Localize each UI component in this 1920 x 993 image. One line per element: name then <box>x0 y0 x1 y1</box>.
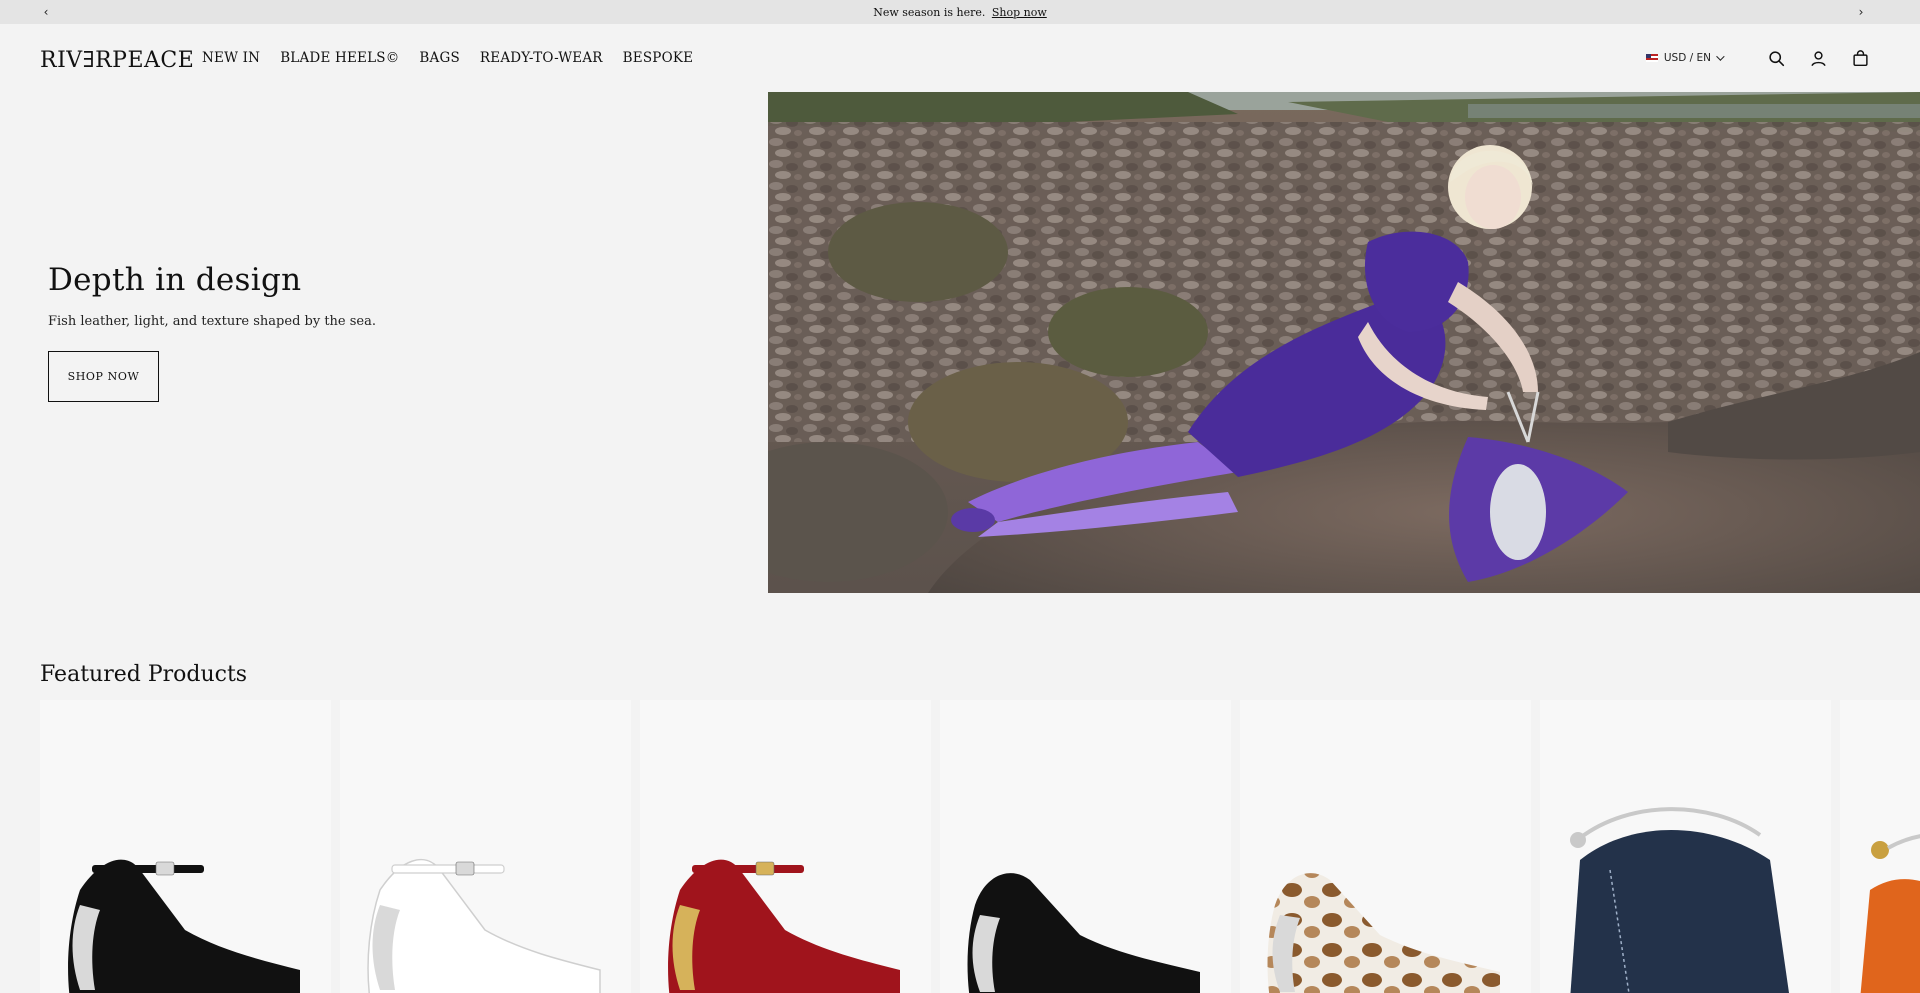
product-card[interactable] <box>40 700 331 993</box>
currency-selector[interactable]: USD / EN <box>1645 52 1725 64</box>
chevron-left-icon[interactable]: ‹ <box>37 3 55 21</box>
product-card[interactable] <box>1840 700 1920 993</box>
main-nav: NEW IN BLADE HEELS© BAGS READY-TO-WEAR B… <box>202 50 713 66</box>
chevron-right-icon[interactable]: › <box>1852 3 1870 21</box>
site-header: RIV∃RPEACE NEW IN BLADE HEELS© BAGS READ… <box>0 24 1920 92</box>
nav-item-new-in[interactable]: NEW IN <box>202 50 260 66</box>
product-card[interactable] <box>1540 700 1831 993</box>
product-card[interactable] <box>640 700 931 993</box>
product-image <box>668 859 900 993</box>
product-card[interactable] <box>1240 700 1531 993</box>
product-carousel <box>40 700 1920 993</box>
product-image <box>1570 807 1789 993</box>
featured-products-title: Featured Products <box>40 662 248 687</box>
nav-item-bespoke[interactable]: BESPOKE <box>623 50 694 66</box>
chevron-down-icon <box>1716 52 1725 61</box>
account-icon[interactable] <box>1808 48 1828 68</box>
product-card[interactable] <box>940 700 1231 993</box>
hero-image <box>768 92 1920 593</box>
hero-content: Depth in design Fish leather, light, and… <box>48 262 376 402</box>
us-flag-icon <box>1645 54 1658 62</box>
announcement-shop-link[interactable]: Shop now <box>992 6 1047 19</box>
search-icon[interactable] <box>1766 48 1786 68</box>
product-image <box>967 873 1200 993</box>
nav-item-bags[interactable]: BAGS <box>419 50 460 66</box>
announcement-bar: ‹ New season is here. Shop now › <box>0 0 1920 24</box>
product-image <box>367 859 601 993</box>
currency-label: USD / EN <box>1663 52 1711 64</box>
header-utilities: USD / EN <box>1645 48 1870 68</box>
hero-title: Depth in design <box>48 262 302 298</box>
announcement-message: New season is here. Shop now <box>873 6 1047 19</box>
product-image <box>68 859 300 993</box>
nav-item-ready-to-wear[interactable]: READY-TO-WEAR <box>480 50 603 66</box>
brand-logo[interactable]: RIV∃RPEACE <box>40 48 194 73</box>
product-image <box>1267 873 1500 993</box>
shop-now-button[interactable]: SHOP NOW <box>48 351 159 402</box>
product-image <box>1860 834 1920 993</box>
nav-item-blade-heels[interactable]: BLADE HEELS© <box>280 50 399 66</box>
announcement-text: New season is here. <box>873 5 986 19</box>
hero-subtitle: Fish leather, light, and texture shaped … <box>48 314 376 329</box>
bag-icon[interactable] <box>1850 48 1870 68</box>
product-card[interactable] <box>340 700 631 993</box>
